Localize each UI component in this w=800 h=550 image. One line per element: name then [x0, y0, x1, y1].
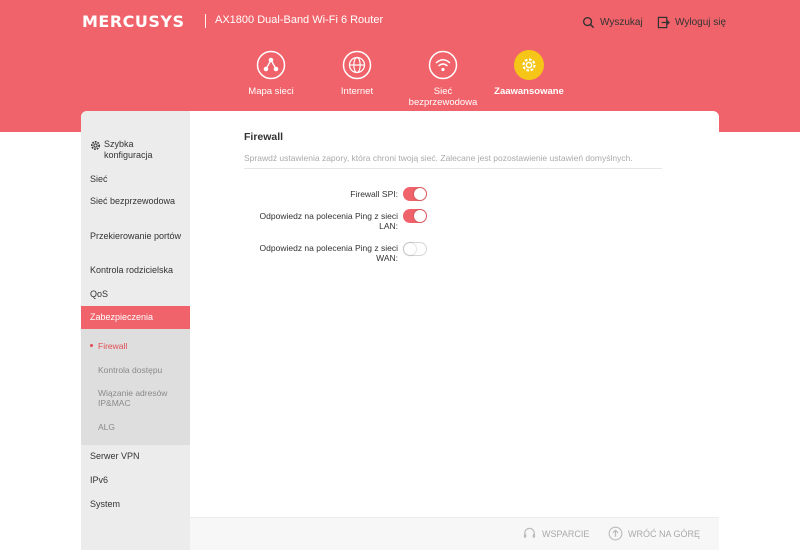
logout-button[interactable]: Wyloguj się: [657, 16, 726, 29]
main-panel: Szybka konfiguracja Sieć Sieć bezprzewod…: [81, 111, 719, 550]
sidebar-item-port-forwarding[interactable]: Przekierowanie portów: [81, 231, 190, 242]
sidebar-item-parental-controls[interactable]: Kontrola rodzicielska: [81, 265, 190, 276]
submenu-item-firewall[interactable]: Firewall: [90, 341, 188, 351]
nav-label: Sieć bezprzewodowa: [408, 86, 478, 108]
search-icon: [582, 16, 595, 29]
sidebar-item-network[interactable]: Sieć: [81, 174, 190, 185]
nav-internet[interactable]: Internet: [313, 50, 401, 97]
sidebar-item-label: Szybka konfiguracja: [104, 139, 153, 160]
toggle-knob: [404, 243, 416, 255]
toggle-knob: [414, 188, 426, 200]
submenu-item-alg[interactable]: ALG: [98, 422, 188, 432]
sidebar-item-ipv6[interactable]: IPv6: [81, 475, 190, 486]
sidebar: Szybka konfiguracja Sieć Sieć bezprzewod…: [81, 111, 190, 550]
search-button[interactable]: Wyszukaj: [582, 16, 643, 29]
submenu-item-ip-mac-binding[interactable]: Wiązanie adresów IP&MAC: [98, 388, 188, 408]
support-link[interactable]: WSPARCIE: [522, 526, 589, 541]
arrow-up-icon: [608, 526, 623, 541]
sidebar-item-qos[interactable]: QoS: [81, 289, 190, 300]
sidebar-item-quick-setup[interactable]: Szybka konfiguracja: [81, 139, 190, 161]
globe-icon: [342, 50, 372, 80]
support-label: WSPARCIE: [542, 528, 590, 539]
mercusys-logo: MERCUSYS: [82, 12, 185, 31]
logout-label: Wyloguj się: [675, 17, 727, 28]
ping-lan-toggle[interactable]: [403, 209, 427, 223]
ping-lan-label: Odpowiedz na polecenia Ping z sieci LAN:: [259, 211, 398, 231]
back-to-top-label: WRÓĆ NA GÓRĘ: [628, 528, 701, 539]
back-to-top-link[interactable]: WRÓĆ NA GÓRĘ: [608, 526, 700, 541]
ping-wan-toggle[interactable]: [403, 242, 427, 256]
nav-advanced[interactable]: Zaawansowane: [485, 50, 573, 97]
sidebar-item-system[interactable]: System: [81, 499, 190, 510]
header-separator: [205, 14, 206, 28]
nav-network-map[interactable]: Mapa sieci: [227, 50, 315, 97]
section-description: Sprawdź ustawienia zapory, która chroni …: [244, 153, 633, 163]
nav-label: Internet: [340, 86, 374, 97]
gear-icon: [514, 50, 544, 80]
support-icon: [523, 527, 536, 538]
footer: WSPARCIE WRÓĆ NA GÓRĘ: [190, 517, 719, 550]
sidebar-item-vpn-server[interactable]: Serwer VPN: [81, 451, 190, 462]
gear-icon: [91, 141, 100, 150]
firewall-content: Firewall Sprawdź ustawienia zapory, któr…: [190, 111, 719, 519]
search-label: Wyszukaj: [600, 17, 643, 28]
submenu-item-access-control[interactable]: Kontrola dostępu: [98, 365, 188, 375]
toggle-knob: [414, 210, 426, 222]
nav-label: Mapa sieci: [248, 86, 294, 97]
spi-label: Firewall SPI:: [350, 189, 398, 199]
spi-toggle[interactable]: [403, 187, 427, 201]
sidebar-item-security[interactable]: Zabezpieczenia: [81, 306, 190, 329]
section-title: Firewall: [244, 131, 284, 143]
nav-label: Zaawansowane: [494, 86, 564, 97]
logout-icon: [657, 16, 670, 29]
product-name: AX1800 Dual-Band Wi-Fi 6 Router: [215, 14, 384, 26]
wifi-icon: [428, 50, 458, 80]
nav-wireless[interactable]: Sieć bezprzewodowa: [399, 50, 487, 108]
network-map-icon: [256, 50, 286, 80]
section-divider: [244, 168, 662, 169]
ping-wan-label: Odpowiedz na polecenia Ping z sieci WAN:: [259, 243, 398, 263]
sidebar-item-wireless[interactable]: Sieć bezprzewodowa: [81, 196, 190, 207]
